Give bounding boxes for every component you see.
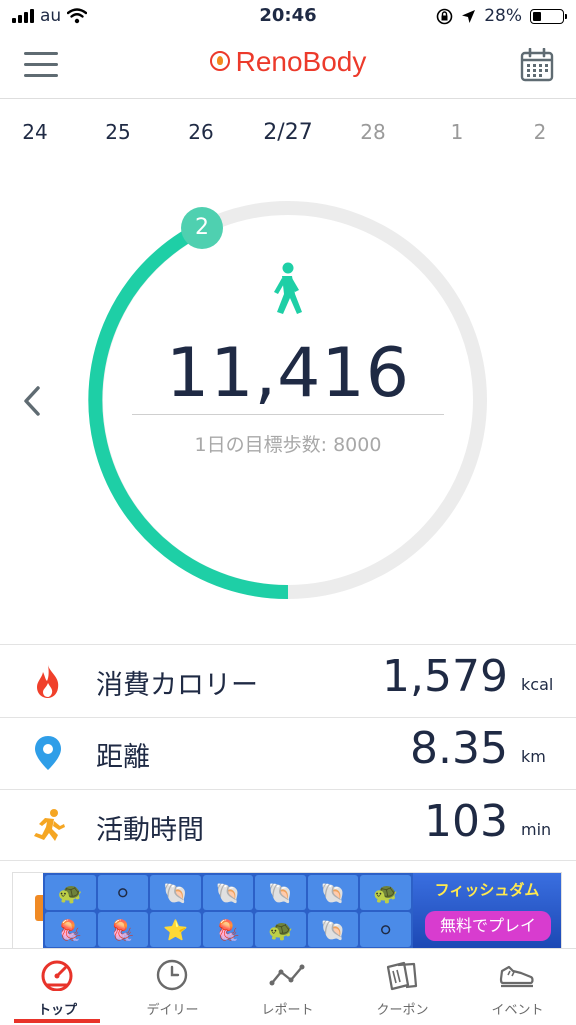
stat-unit: kcal [521, 675, 554, 694]
stat-unit: min [521, 820, 552, 839]
app-logo: RenoBody [0, 46, 576, 78]
tab-label: トップ [37, 1003, 77, 1018]
ring-badge: 2 [181, 207, 223, 249]
ad-tile: 🐚 [255, 875, 306, 910]
stat-row-calories: 消費カロリー 1,579 kcal [0, 644, 576, 718]
app-title: RenoBody [235, 46, 367, 77]
date-item[interactable]: 25 [105, 120, 130, 144]
location-arrow-icon [462, 9, 476, 23]
ad-side-panel: フィッシュダム 無料でプレイ [413, 873, 561, 949]
orientation-lock-icon [436, 8, 453, 24]
line-chart-icon [269, 964, 305, 986]
tab-bar: トップ デイリー レポート クーポン イベント [0, 948, 576, 1025]
tab-label: クーポン [376, 1003, 429, 1018]
stat-label: 距離 [96, 742, 150, 773]
status-right: 28% [436, 6, 567, 26]
ad-tile: 🐚 [202, 875, 254, 910]
stat-value: 8.35 [410, 723, 508, 774]
tab-report[interactable]: レポート [230, 949, 345, 1025]
date-item[interactable]: 24 [22, 120, 47, 144]
ad-tile: 🐚 [307, 912, 359, 947]
ad-tile: ⚪ [360, 912, 411, 947]
ad-banner[interactable]: 🐢 ⚪ 🐚 🐚 🐚 🐚 🐢 🪼 🪼 ⭐ 🪼 🐢 🐚 ⚪ フィッシュダム 無料でプレイ [12, 872, 562, 949]
date-item[interactable]: 28 [360, 120, 385, 144]
flame-logo-icon [209, 50, 230, 71]
tab-event[interactable]: イベント [460, 949, 575, 1025]
tab-top[interactable]: トップ [0, 949, 115, 1025]
tab-label: イベント [491, 1003, 544, 1018]
ad-tile: 🪼 [202, 912, 254, 947]
running-icon [34, 809, 65, 841]
clock-icon [156, 959, 188, 991]
stat-label: 活動時間 [96, 815, 204, 846]
ad-title: フィッシュダム [434, 881, 540, 899]
step-count: 11,416 [166, 334, 410, 413]
location-pin-icon [35, 736, 61, 770]
coupon-icon [386, 961, 418, 991]
flame-icon [37, 665, 59, 698]
battery-icon [530, 8, 567, 24]
stat-value: 1,579 [382, 651, 508, 702]
app-bar: RenoBody [0, 36, 576, 99]
ad-tile: 🪼 [97, 912, 149, 947]
ad-tile: 🐢 [45, 875, 96, 910]
battery-percent: 28% [484, 6, 522, 26]
stat-label: 消費カロリー [96, 670, 258, 701]
calendar-icon[interactable] [520, 48, 554, 82]
stat-unit: km [521, 747, 546, 766]
gauge-icon [41, 960, 73, 991]
sneaker-icon [499, 965, 534, 988]
tab-coupon[interactable]: クーポン [345, 949, 460, 1025]
tab-label: レポート [261, 1003, 314, 1018]
ad-game-grid: 🐢 ⚪ 🐚 🐚 🐚 🐚 🐢 🪼 🪼 ⭐ 🪼 🐢 🐚 ⚪ [43, 873, 413, 949]
stat-row-distance: 距離 8.35 km [0, 717, 576, 790]
step-goal: 1日の目標歩数: 8000 [194, 434, 382, 456]
ad-tile: 🐚 [150, 875, 201, 910]
date-item[interactable]: 2 [534, 120, 547, 144]
date-selector: 24 25 26 2/27 28 1 2 [0, 108, 576, 158]
walking-icon [274, 262, 302, 314]
ad-side-logo [13, 873, 47, 949]
divider [132, 414, 444, 415]
stat-value: 103 [424, 796, 508, 847]
status-bar: au 20:46 28% [0, 0, 576, 36]
stat-row-activity-time: 活動時間 103 min [0, 790, 576, 861]
ad-tile: ⭐ [150, 912, 201, 947]
ad-tile: 🪼 [45, 912, 96, 947]
tab-daily[interactable]: デイリー [115, 949, 230, 1025]
date-item-selected[interactable]: 2/27 [263, 120, 312, 145]
ad-tile: ⚪ [97, 875, 149, 910]
chevron-left-icon[interactable] [20, 384, 44, 418]
ad-play-button[interactable]: 無料でプレイ [425, 911, 551, 941]
date-item[interactable]: 1 [451, 120, 464, 144]
tab-label: デイリー [146, 1003, 199, 1018]
date-item[interactable]: 26 [188, 120, 213, 144]
active-tab-indicator [14, 1019, 100, 1023]
ad-tile: 🐚 [307, 875, 359, 910]
ad-tile: 🐢 [255, 912, 306, 947]
ad-tile: 🐢 [360, 875, 411, 910]
